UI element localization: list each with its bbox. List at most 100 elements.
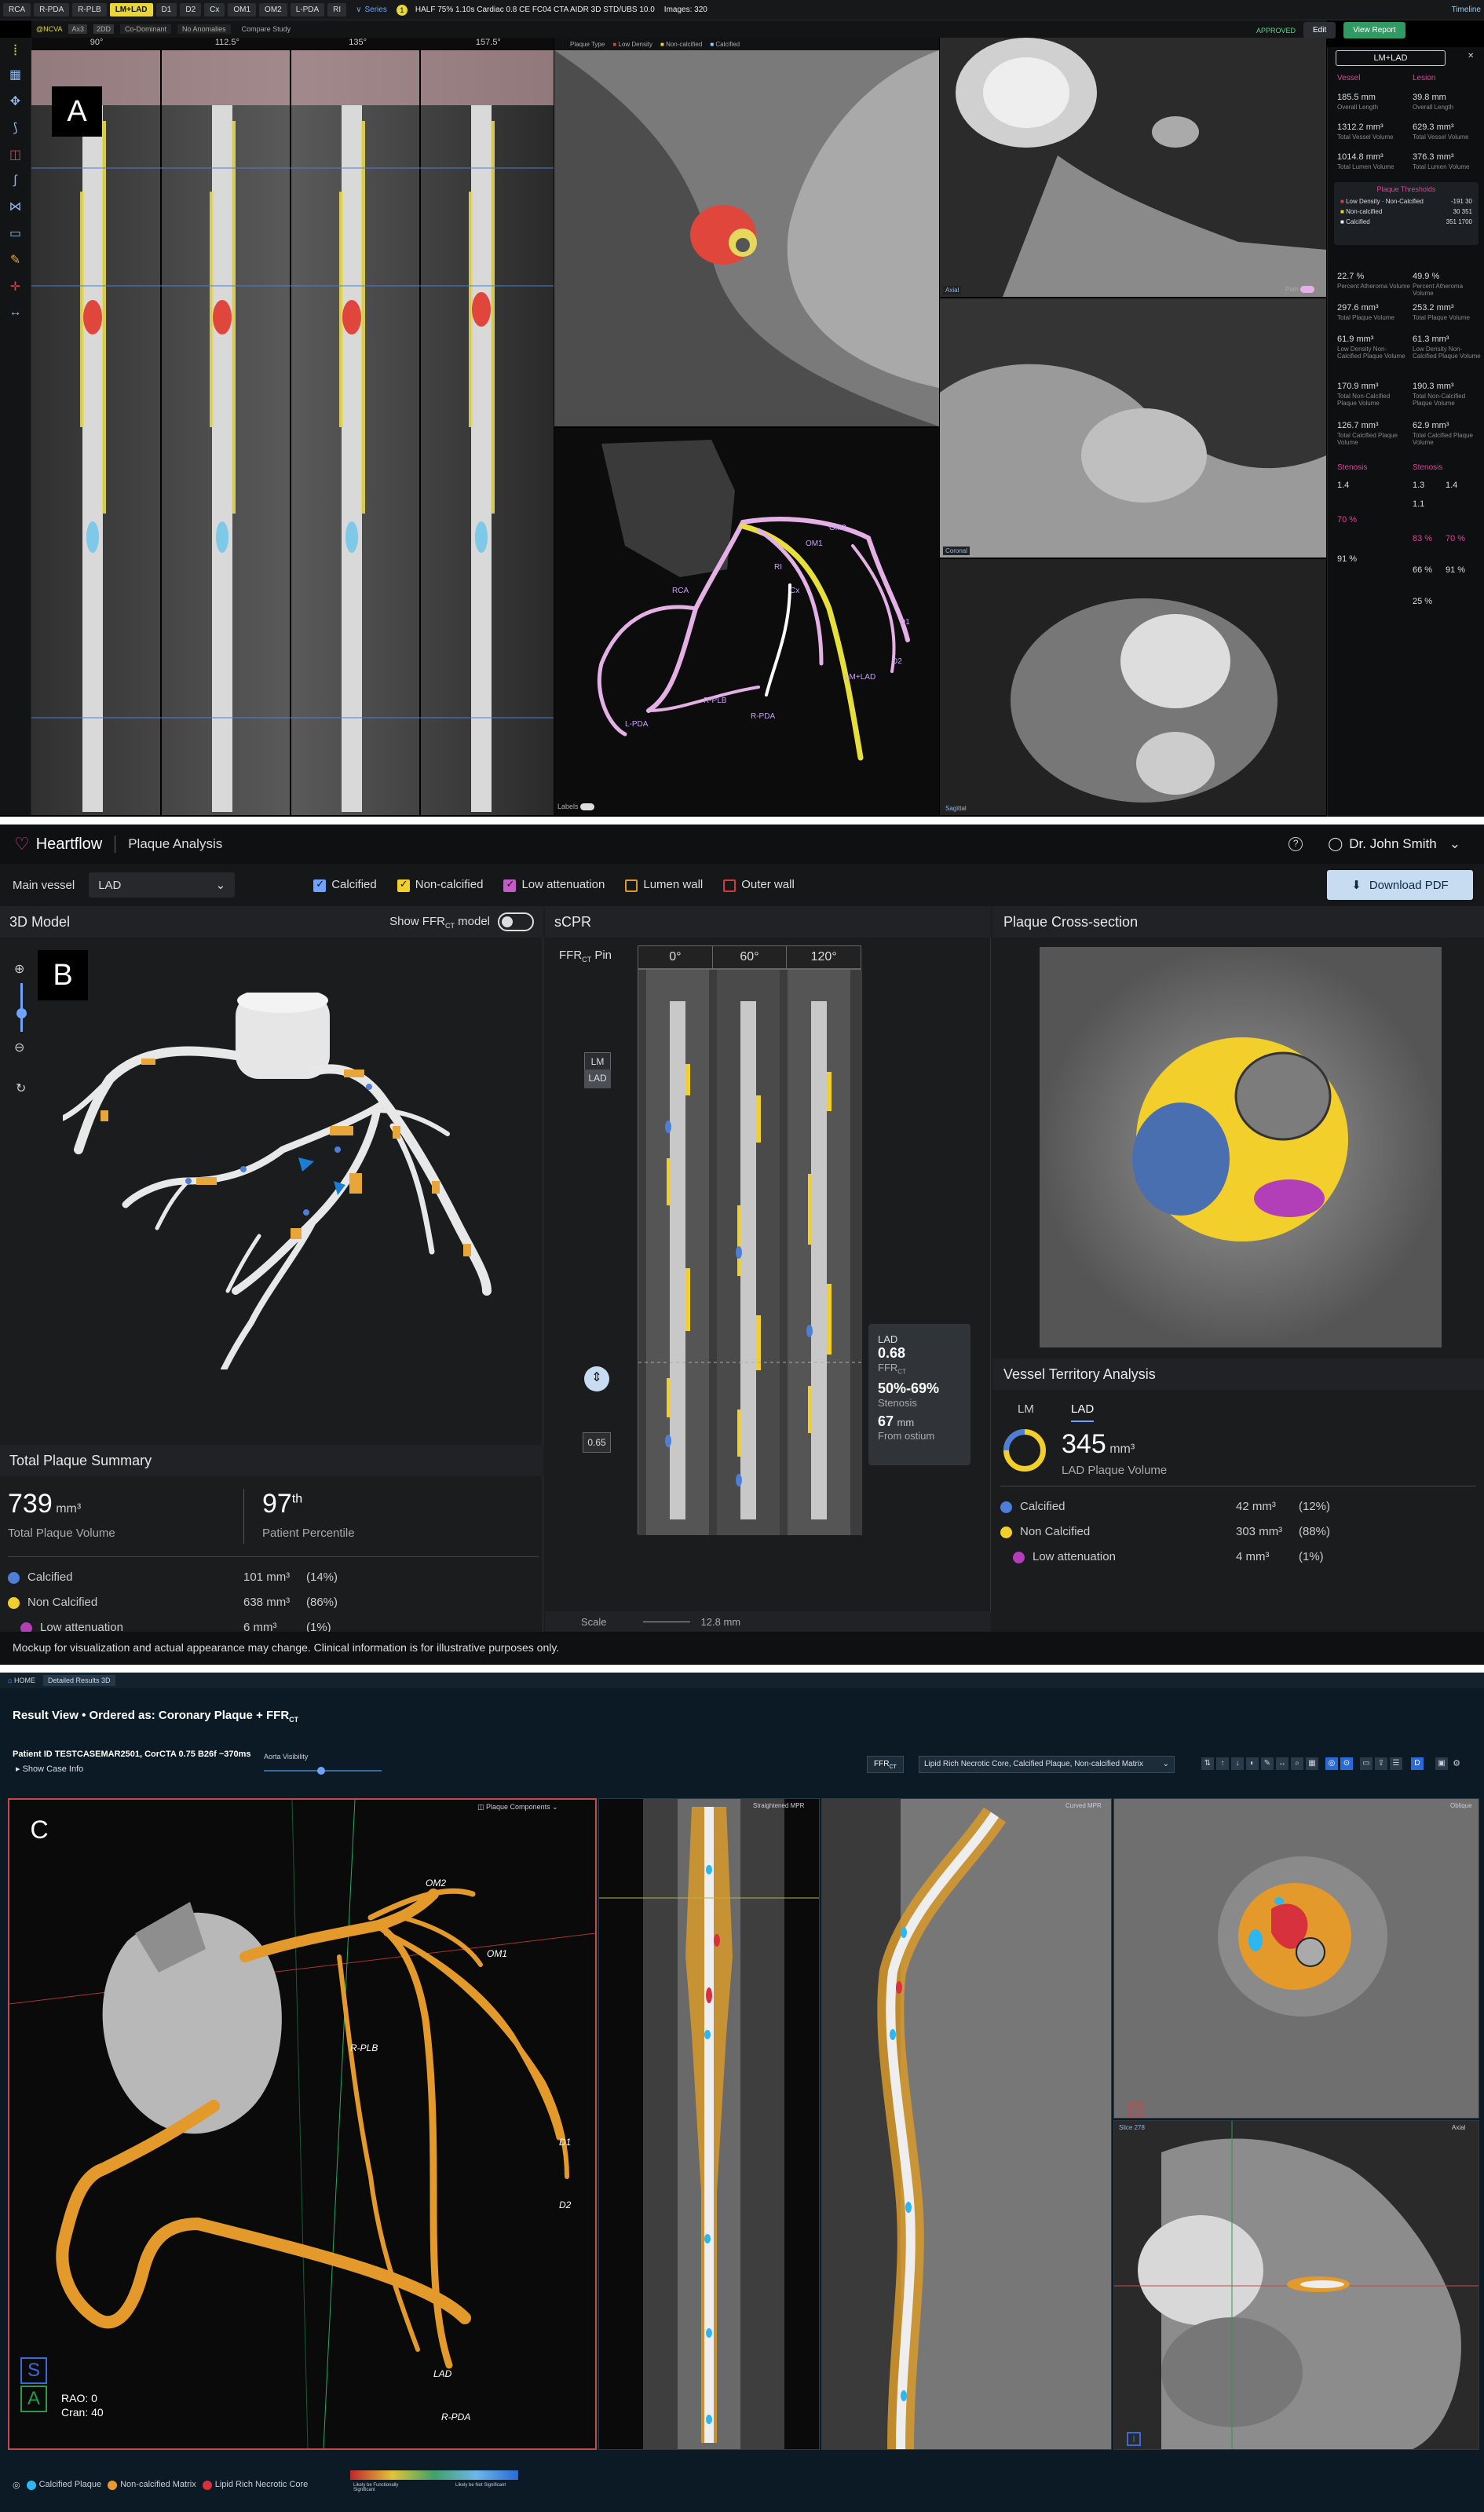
cross-section-viewer[interactable]: Plaque Type ■ Low Density ■ Non-calcifie… — [554, 38, 939, 426]
target-icon[interactable]: ⊙ — [1340, 1757, 1353, 1770]
filter-non-calcified[interactable]: Non-calcified — [397, 878, 483, 892]
filter-low-attenuation[interactable]: Low attenuation — [503, 878, 605, 892]
ncva-chip[interactable]: @NCVA — [36, 25, 62, 33]
toggle-icon[interactable]: D — [1411, 1757, 1424, 1770]
zoom-slider-thumb[interactable] — [16, 1008, 27, 1018]
orientation-cube-top[interactable]: S — [20, 2357, 47, 2384]
magnify-icon[interactable]: ⌕ — [1291, 1757, 1303, 1770]
tab-om1[interactable]: OM1 — [228, 3, 257, 16]
close-icon[interactable]: ✕ — [1468, 52, 1474, 60]
sagittal-viewer[interactable]: Sagittal — [940, 559, 1326, 815]
axial-viewer[interactable]: Axial Path — [940, 38, 1326, 297]
visibility-icon[interactable]: ◎ — [13, 2480, 20, 2490]
measure-icon[interactable]: ↔ — [1276, 1757, 1288, 1770]
3d-tree-viewer[interactable]: LM+LAD D1 D2 OM1 OM2 R-PDA R-PLB RCA L-P… — [554, 428, 939, 815]
oblique-view[interactable]: Oblique R — [1113, 1798, 1479, 2119]
settings-icon[interactable]: ☰ — [1390, 1757, 1402, 1770]
cpr-viewer[interactable]: 90° 112.5° 135° 157.5° A — [31, 38, 554, 815]
marker-icon[interactable]: ✎ — [0, 252, 31, 268]
ffr-pin-handle[interactable]: ⇕ — [584, 1366, 609, 1391]
tab-rca[interactable]: RCA — [3, 3, 31, 16]
ax3-chip[interactable]: Ax3 — [68, 24, 87, 34]
stenosis-icon[interactable]: ⋈ — [0, 199, 31, 214]
tab-l-pda[interactable]: L-PDA — [290, 3, 325, 16]
tab-lad[interactable]: LAD — [1071, 1402, 1095, 1422]
download-pdf-button[interactable]: ⬇ Download PDF — [1327, 870, 1473, 900]
tab-d2[interactable]: D2 — [180, 3, 202, 16]
vessel-icon[interactable]: ∫ — [0, 174, 31, 188]
3d-vessel-model[interactable] — [63, 993, 503, 1369]
percentile-suffix: th — [291, 1492, 303, 1506]
arrange-icon[interactable]: ⇅ — [1201, 1757, 1214, 1770]
grid-icon[interactable]: ▦ — [1306, 1757, 1318, 1770]
zoom-slider[interactable] — [20, 983, 23, 1032]
measure-vessel-select[interactable]: LM+LAD — [1336, 50, 1446, 66]
tab-om2[interactable]: OM2 — [259, 3, 287, 16]
tab-d1[interactable]: D1 — [155, 3, 177, 16]
filter-outer-wall[interactable]: Outer wall — [723, 878, 795, 892]
filter-lumen-wall[interactable]: Lumen wall — [625, 878, 703, 892]
view-mode-icon[interactable]: ◎ — [1325, 1757, 1338, 1770]
angle-label: 90° — [90, 38, 104, 47]
grid-icon[interactable]: ▦ — [0, 67, 31, 82]
gear-icon[interactable]: ⚙ — [1450, 1757, 1463, 1770]
layout-icon[interactable]: ⦙ — [0, 42, 31, 59]
arrow-up-icon[interactable]: ↑ — [1216, 1757, 1229, 1770]
ffr-model-toggle[interactable] — [498, 912, 534, 931]
lesion-icon[interactable]: ◫ — [0, 147, 31, 163]
user-name[interactable]: Dr. John Smith — [1349, 836, 1437, 852]
plaque-component-select[interactable]: Lipid Rich Necrotic Core, Calcified Plaq… — [919, 1756, 1175, 1773]
tab-lm[interactable]: LM — [1018, 1402, 1034, 1416]
measure-icon[interactable]: ↔ — [0, 305, 31, 320]
scpr-angle-0[interactable]: 0° — [638, 946, 713, 968]
series-icon[interactable]: ∨ — [356, 5, 361, 14]
ruler-icon[interactable]: ▭ — [0, 225, 31, 241]
view-report-button[interactable]: View Report — [1343, 22, 1405, 38]
orientation-cube-front[interactable]: A — [20, 2386, 47, 2412]
tab-lm-lad[interactable]: LM+LAD — [109, 3, 153, 16]
tree-label-d1: D1 — [900, 618, 910, 627]
export-icon[interactable]: ⇪ — [1375, 1757, 1387, 1770]
scpr-angle-120[interactable]: 120° — [787, 946, 861, 968]
labels-toggle[interactable]: Labels — [557, 803, 595, 811]
timeline-link[interactable]: Timeline — [1452, 5, 1481, 14]
detailed-results-tab[interactable]: Detailed Results 3D — [42, 1675, 115, 1686]
curved-mpr-view[interactable]: Curved MPR — [821, 1798, 1112, 2450]
3d-view[interactable]: C ◫ Plaque Components ⌄ OM2 OM1 R-PLB D1… — [8, 1798, 597, 2450]
edit-button[interactable]: Edit — [1303, 22, 1336, 38]
ffr-ct-button[interactable]: FFRCT — [867, 1756, 904, 1773]
crosshair-icon[interactable]: ✛ — [0, 279, 31, 294]
help-icon[interactable]: ? — [1288, 837, 1303, 851]
arrow-down-icon[interactable]: ↓ — [1231, 1757, 1244, 1770]
zoom-out-icon[interactable]: ⊖ — [14, 1040, 24, 1055]
show-case-info[interactable]: ▸ Show Case Info — [16, 1764, 83, 1774]
series-label[interactable]: Series — [365, 5, 387, 14]
zoom-in-icon[interactable]: ⊕ — [14, 961, 24, 977]
compare-study-button[interactable]: Compare Study — [237, 24, 296, 34]
main-vessel-select[interactable]: LAD ⌄ — [89, 872, 236, 898]
straightened-mpr-view[interactable]: Straightened MPR — [598, 1798, 820, 2450]
tab-r-plb[interactable]: R-PLB — [72, 3, 107, 16]
aorta-slider-thumb[interactable] — [317, 1767, 325, 1775]
tab-ri[interactable]: RI — [327, 3, 347, 16]
2dd-chip[interactable]: 2DD — [93, 24, 115, 34]
pencil-icon[interactable]: ✎ — [1261, 1757, 1274, 1770]
contrast-icon[interactable]: ◐ — [1246, 1757, 1259, 1770]
pan-icon[interactable]: ✥ — [0, 93, 31, 109]
filter-calcified[interactable]: Calcified — [313, 878, 377, 892]
anomalies-chip[interactable]: No Anomalies — [177, 24, 231, 34]
coronal-viewer[interactable]: Coronal — [940, 298, 1326, 558]
layout-icon[interactable]: ▭ — [1360, 1757, 1373, 1770]
reset-view-icon[interactable]: ↻ — [16, 1080, 26, 1096]
tab-r-pda[interactable]: R-PDA — [34, 3, 70, 16]
curve-icon[interactable]: ⟆ — [0, 120, 31, 136]
screen-icon[interactable]: ▣ — [1435, 1757, 1448, 1770]
dominance-chip[interactable]: Co-Dominant — [120, 24, 172, 34]
home-tab[interactable]: ⌂ HOME — [8, 1676, 35, 1684]
path-toggle[interactable]: Path — [1285, 286, 1314, 294]
axial-view-c[interactable]: Axial Slice 278 I — [1113, 2120, 1479, 2450]
scpr-angle-60[interactable]: 60° — [713, 946, 788, 968]
chevron-down-icon[interactable]: ⌄ — [1449, 836, 1460, 852]
tab-cx[interactable]: Cx — [204, 3, 225, 16]
scpr-image-frame[interactable] — [638, 969, 862, 1535]
